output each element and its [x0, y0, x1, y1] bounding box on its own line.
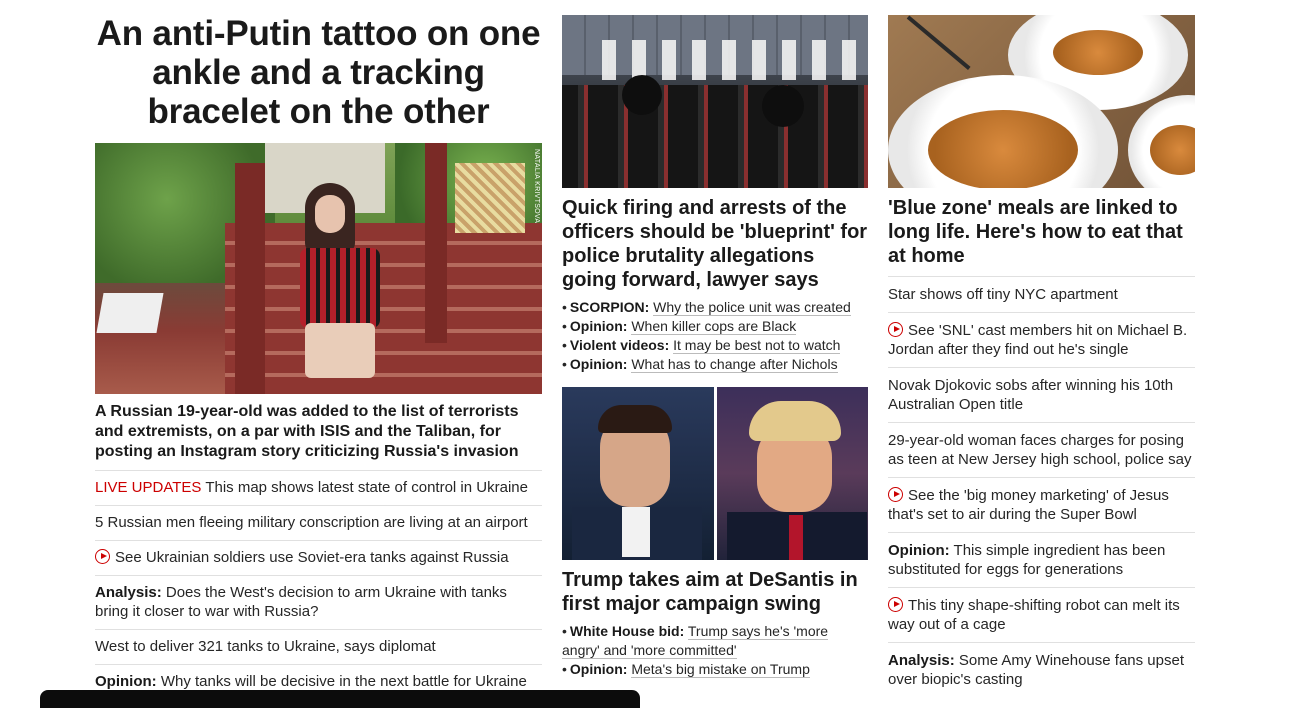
photo-trump — [716, 387, 868, 560]
bullet-item[interactable]: • Opinion: When killer cops are Black — [562, 317, 868, 336]
lead-caption[interactable]: A Russian 19-year-old was added to the l… — [95, 402, 542, 470]
middle-column: Quick firing and arrests of the officers… — [562, 0, 868, 679]
list-item[interactable]: LIVE UPDATES This map shows latest state… — [95, 470, 542, 505]
photo-rail — [235, 163, 265, 394]
bottom-overlay-bar — [40, 690, 640, 708]
photo-bench — [96, 293, 164, 333]
live-updates-label: LIVE UPDATES — [95, 479, 202, 496]
list-item[interactable]: See the 'big money marketing' of Jesus t… — [888, 477, 1195, 532]
blue-zone-headline[interactable]: 'Blue zone' meals are linked to long lif… — [888, 196, 1195, 276]
trump-bullets: • White House bid: Trump says he's 'more … — [562, 622, 868, 679]
photo-person — [762, 85, 804, 127]
list-item[interactable]: This tiny shape-shifting robot can melt … — [888, 587, 1195, 642]
left-story-list: LIVE UPDATES This map shows latest state… — [95, 470, 542, 699]
left-column: An anti-Putin tattoo on one ankle and a … — [95, 0, 542, 699]
list-item[interactable]: See Ukrainian soldiers use Soviet-era ta… — [95, 540, 542, 575]
photo-person — [622, 75, 662, 115]
photo-credit: NATALIA KRIVTSOVA — [533, 149, 540, 224]
right-story-list: Star shows off tiny NYC apartment See 'S… — [888, 276, 1195, 697]
lead-photo[interactable]: NATALIA KRIVTSOVA — [95, 143, 542, 394]
photo-signs — [602, 40, 862, 80]
list-item[interactable]: Analysis: Does the West's decision to ar… — [95, 575, 542, 629]
protest-photo[interactable] — [562, 15, 868, 188]
list-item[interactable]: Novak Djokovic sobs after winning his 10… — [888, 367, 1195, 422]
bullet-item[interactable]: • Opinion: Meta's big mistake on Trump — [562, 660, 868, 679]
lead-headline[interactable]: An anti-Putin tattoo on one ankle and a … — [95, 14, 542, 131]
photo-desantis — [562, 387, 714, 560]
play-circle-icon — [888, 597, 903, 612]
list-item[interactable]: Analysis: Some Amy Winehouse fans upset … — [888, 642, 1195, 697]
bullet-item[interactable]: • Opinion: What has to change after Nicho… — [562, 355, 868, 374]
right-column: 'Blue zone' meals are linked to long lif… — [888, 0, 1195, 697]
bullet-item[interactable]: • Violent videos: It may be best not to w… — [562, 336, 868, 355]
photo-lattice — [455, 163, 525, 233]
list-item[interactable]: West to deliver 321 tanks to Ukraine, sa… — [95, 629, 542, 664]
police-bullets: • SCORPION: Why the police unit was creat… — [562, 298, 868, 374]
photo-chopsticks — [906, 15, 971, 70]
play-circle-icon — [888, 322, 903, 337]
trump-headline[interactable]: Trump takes aim at DeSantis in first maj… — [562, 568, 868, 616]
play-circle-icon — [95, 549, 110, 564]
photo-rail — [425, 143, 447, 343]
list-item[interactable]: Star shows off tiny NYC apartment — [888, 276, 1195, 312]
soup-photo[interactable] — [888, 15, 1195, 188]
photo-person — [285, 183, 385, 383]
photo-crowd — [562, 85, 868, 188]
list-item[interactable]: See 'SNL' cast members hit on Michael B.… — [888, 312, 1195, 367]
list-item[interactable]: 5 Russian men fleeing military conscript… — [95, 505, 542, 540]
bullet-item[interactable]: • White House bid: Trump says he's 'more … — [562, 622, 868, 660]
play-circle-icon — [888, 487, 903, 502]
list-item[interactable]: 29-year-old woman faces charges for posi… — [888, 422, 1195, 477]
police-headline[interactable]: Quick firing and arrests of the officers… — [562, 196, 868, 292]
trump-desantis-photo[interactable] — [562, 387, 868, 560]
list-item[interactable]: Opinion: This simple ingredient has been… — [888, 532, 1195, 587]
bullet-item[interactable]: • SCORPION: Why the police unit was creat… — [562, 298, 868, 317]
